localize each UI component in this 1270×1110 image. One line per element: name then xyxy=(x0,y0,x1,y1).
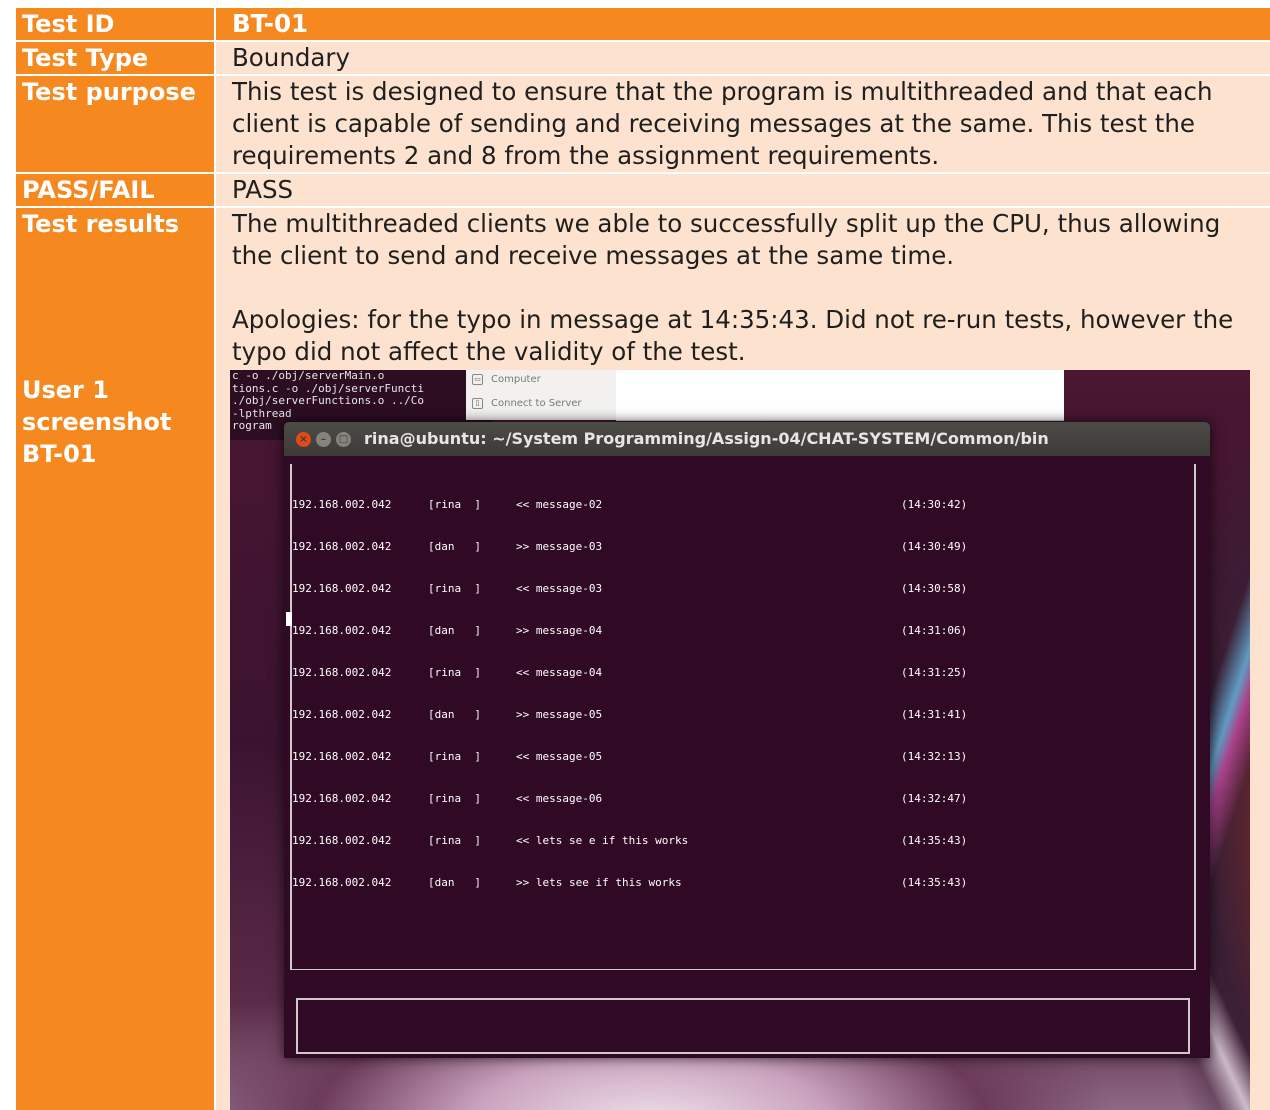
message-user: [rina ] xyxy=(428,666,481,679)
row-test-type: Test Type Boundary xyxy=(16,40,1270,74)
test-id-label: Test ID xyxy=(16,8,214,40)
message-text: << message-05 xyxy=(516,750,603,763)
maximize-button[interactable]: □ xyxy=(336,432,351,447)
message-time: (14:30:58) xyxy=(901,582,968,595)
message-ip: 192.168.002.042 xyxy=(292,876,392,889)
message-user: [dan ] xyxy=(428,876,481,889)
message-text: << message-03 xyxy=(516,582,603,595)
test-purpose-value: This test is designed to ensure that the… xyxy=(216,76,1270,172)
message-time: (14:30:42) xyxy=(901,498,968,511)
close-button[interactable]: × xyxy=(296,432,311,447)
message-time: (14:31:25) xyxy=(901,666,968,679)
terminal-window: × – □ rina@ubuntu: ~/System Programming/… xyxy=(284,422,1210,1058)
chat-message: 192.168.002.042 [rina ] << message-02 (14:3… xyxy=(292,498,967,512)
message-user: [dan ] xyxy=(428,540,481,553)
message-user: [rina ] xyxy=(428,582,481,595)
message-ip: 192.168.002.042 xyxy=(292,540,392,553)
message-text: >> message-05 xyxy=(516,708,603,721)
test-id-value: BT-01 xyxy=(216,8,1270,40)
menu-item-computer[interactable]: ▭ Computer xyxy=(472,374,541,385)
message-text: << message-02 xyxy=(516,498,603,511)
row-test-results: Test results The multithreaded clients w… xyxy=(16,206,1270,370)
message-ip: 192.168.002.042 xyxy=(292,708,392,721)
pass-fail-label: PASS/FAIL xyxy=(16,174,214,206)
message-user: [rina ] xyxy=(428,834,481,847)
message-user: [rina ] xyxy=(428,750,481,763)
menu-item-connect-to-server[interactable]: ▯ Connect to Server xyxy=(472,398,582,409)
message-user: [dan ] xyxy=(428,708,481,721)
chat-message-log: 192.168.002.042 [rina ] << message-02 (14:3… xyxy=(292,470,967,918)
message-user: [rina ] xyxy=(428,792,481,805)
message-ip: 192.168.002.042 xyxy=(292,750,392,763)
menu-item-label: Computer xyxy=(491,374,541,385)
message-time: (14:31:06) xyxy=(901,624,968,637)
message-text: << message-04 xyxy=(516,666,603,679)
row-test-purpose: Test purpose This test is designed to en… xyxy=(16,74,1270,172)
message-text: >> lets see if this works xyxy=(516,876,682,889)
message-text: << lets se e if this works xyxy=(516,834,689,847)
pass-fail-value: PASS xyxy=(216,174,1270,206)
message-text: << message-06 xyxy=(516,792,603,805)
test-type-value: Boundary xyxy=(216,42,1270,74)
message-time: (14:30:49) xyxy=(901,540,968,553)
message-ip: 192.168.002.042 xyxy=(292,498,392,511)
test-results-label: Test results xyxy=(16,208,214,370)
chat-message: 192.168.002.042 [dan ] >> message-05 (14:31… xyxy=(292,708,967,722)
desktop-background: c -o ./obj/serverMain.o tions.c -o ./obj… xyxy=(230,370,1250,1110)
message-text: >> message-03 xyxy=(516,540,603,553)
message-user: [dan ] xyxy=(428,624,481,637)
message-ip: 192.168.002.042 xyxy=(292,666,392,679)
message-ip: 192.168.002.042 xyxy=(292,792,392,805)
computer-icon: ▭ xyxy=(472,374,483,385)
message-ip: 192.168.002.042 xyxy=(292,582,392,595)
test-purpose-label: Test purpose xyxy=(16,76,214,172)
terminal-titlebar[interactable]: × – □ rina@ubuntu: ~/System Programming/… xyxy=(284,422,1210,456)
message-ip: 192.168.002.042 xyxy=(292,624,392,637)
test-results-value: The multithreaded clients we able to suc… xyxy=(216,208,1270,370)
test-results-paragraph-1: The multithreaded clients we able to suc… xyxy=(232,209,1221,270)
chat-message: 192.168.002.042 [rina ] << message-05 (14:3… xyxy=(292,750,967,764)
test-results-paragraph-2: Apologies: for the typo in message at 14… xyxy=(232,305,1234,366)
message-time: (14:32:47) xyxy=(901,792,968,805)
message-user: [rina ] xyxy=(428,498,481,511)
chat-message: 192.168.002.042 [rina ] << message-04 (14:3… xyxy=(292,666,967,680)
message-ip: 192.168.002.042 xyxy=(292,834,392,847)
row-test-id: Test ID BT-01 xyxy=(16,6,1270,40)
server-icon: ▯ xyxy=(472,398,483,409)
file-manager-pane xyxy=(616,370,1064,421)
menu-item-label: Connect to Server xyxy=(491,398,582,409)
chat-message: 192.168.002.042 [dan ] >> message-04 (14:31… xyxy=(292,624,967,638)
text-cursor xyxy=(286,612,292,626)
screenshot-label: User 1 screenshot BT-01 xyxy=(16,370,214,1110)
test-type-label: Test Type xyxy=(16,42,214,74)
message-text: >> message-04 xyxy=(516,624,603,637)
screenshot-image: c -o ./obj/serverMain.o tions.c -o ./obj… xyxy=(216,370,1270,1110)
chat-message: 192.168.002.042 [dan ] >> message-03 (14:30… xyxy=(292,540,967,554)
chat-message: 192.168.002.042 [rina ] << message-03 (14:3… xyxy=(292,582,967,596)
minimize-button[interactable]: – xyxy=(316,432,331,447)
chat-message: 192.168.002.042 [dan ] >> lets see if this… xyxy=(292,876,967,890)
chat-message: 192.168.002.042 [rina ] << lets se e if th… xyxy=(292,834,967,848)
file-manager-menu: ▭ Computer ▯ Connect to Server xyxy=(466,370,616,420)
chat-input-box[interactable] xyxy=(296,998,1190,1054)
message-time: (14:35:43) xyxy=(901,876,968,889)
message-time: (14:35:43) xyxy=(901,834,968,847)
terminal-title: rina@ubuntu: ~/System Programming/Assign… xyxy=(364,429,1049,448)
row-pass-fail: PASS/FAIL PASS xyxy=(16,172,1270,206)
message-time: (14:31:41) xyxy=(901,708,968,721)
chat-message: 192.168.002.042 [rina ] << message-06 (14:3… xyxy=(292,792,967,806)
message-time: (14:32:13) xyxy=(901,750,968,763)
